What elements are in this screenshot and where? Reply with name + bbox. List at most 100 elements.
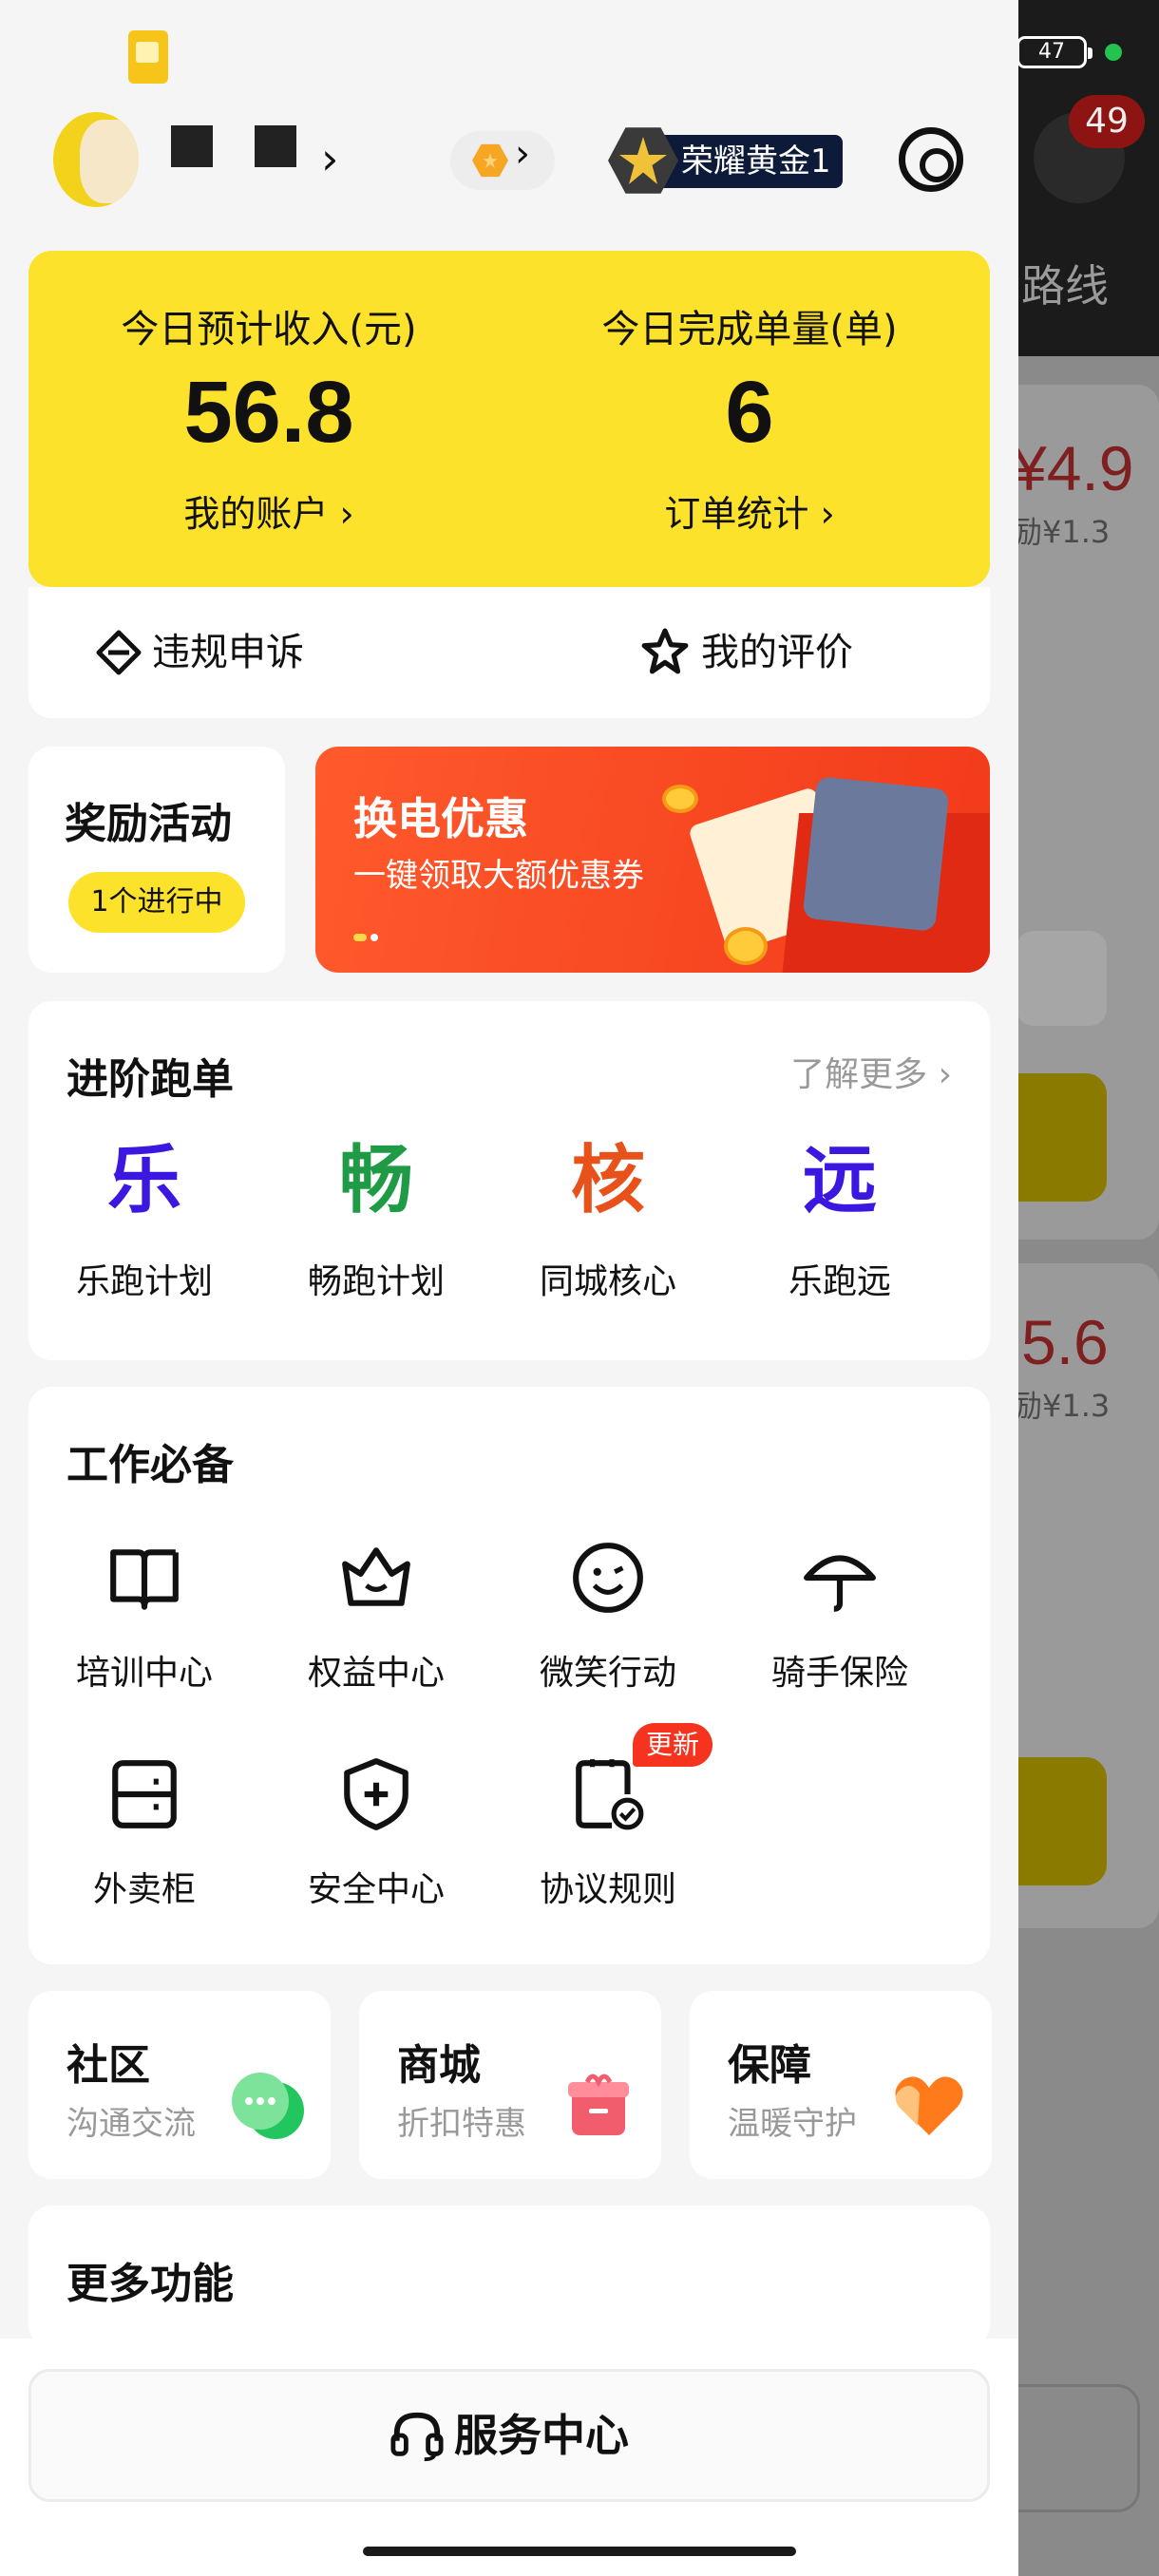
background-subsidy: 励¥1.3	[1012, 1388, 1111, 1424]
background-dropdown	[1016, 931, 1107, 1026]
service-center-label: 服务中心	[454, 2410, 629, 2461]
plan-item-lepao[interactable]: 乐 乐跑计划	[28, 1144, 260, 1303]
actions-row: 违规申诉 我的评价	[28, 587, 990, 718]
username-redacted	[171, 125, 213, 167]
more-features-card: 更多功能	[28, 2206, 990, 2348]
appeal-button[interactable]: 违规申诉	[96, 587, 304, 718]
chat-icon	[232, 2073, 304, 2139]
mall-card[interactable]: 商城 折扣特惠	[359, 1991, 661, 2179]
income-value: 56.8	[183, 364, 354, 461]
notification-badge: 49	[1069, 95, 1145, 148]
income-summary-card: 今日预计收入(元) 56.8 我的账户 › 今日完成单量(单) 6 订单统计 ›	[28, 251, 990, 587]
income-column: 今日预计收入(元) 56.8 我的账户 ›	[28, 251, 509, 587]
chevron-right-icon: ›	[515, 132, 530, 176]
locker-icon	[112, 1760, 177, 1828]
battery-illustration	[802, 776, 950, 932]
learn-more-link[interactable]: 了解更多 ›	[790, 1047, 952, 1096]
reward-card[interactable]: 奖励活动 1个进行中	[28, 747, 285, 973]
promo-title: 换电优惠	[353, 793, 528, 844]
heart-icon	[895, 2076, 963, 2135]
work-label: 培训中心	[75, 1654, 213, 1693]
section-title: 工作必备	[66, 1441, 234, 1489]
plan-item-far[interactable]: 远 乐跑远	[724, 1144, 956, 1303]
plan-label: 同城核心	[539, 1262, 676, 1301]
order-stats-link[interactable]: 订单统计 ›	[509, 484, 990, 537]
appeal-icon	[96, 630, 142, 675]
mini-card-subtitle: 折扣特惠	[397, 2105, 526, 2143]
orders-column: 今日完成单量(单) 6 订单统计 ›	[509, 251, 990, 587]
work-label: 外卖柜	[92, 1870, 196, 1909]
screen: 47 49 路线 ¥4.9 励¥1.3 5.6 励¥1.3 › › 荣耀黄金1 …	[0, 0, 1159, 2576]
reward-status-pill: 1个进行中	[68, 872, 245, 933]
umbrella-icon	[804, 1555, 876, 1612]
far-icon: 远	[802, 1138, 877, 1223]
income-label: 今日预计收入(元)	[121, 308, 417, 351]
update-badge: 更新	[633, 1723, 713, 1767]
battery-indicator: 47	[1016, 36, 1092, 68]
gift-icon	[568, 2074, 629, 2135]
plan-item-core[interactable]: 核 同城核心	[492, 1144, 724, 1303]
section-title: 更多功能	[66, 2260, 234, 2308]
protection-card[interactable]: 保障 温暖守护	[690, 1991, 992, 2179]
home-indicator[interactable]	[363, 2547, 796, 2556]
book-icon	[110, 1549, 179, 1610]
status-dot	[1105, 44, 1122, 61]
mini-card-title: 保障	[728, 2041, 811, 2090]
advanced-running-card: 进阶跑单 了解更多 › 乐 乐跑计划 畅 畅跑计划 核 同城核心 远 乐跑远	[28, 1001, 990, 1360]
background-route-tab: 路线	[1021, 260, 1109, 312]
plan-label: 乐跑计划	[75, 1262, 213, 1301]
orders-label: 今日完成单量(单)	[601, 308, 898, 351]
side-drawer: › › 荣耀黄金1 今日预计收入(元) 56.8 我的账户 › 今日完成单量(单…	[0, 0, 1018, 2576]
work-label: 微笑行动	[539, 1654, 676, 1693]
settings-gear-icon[interactable]	[899, 127, 963, 192]
mini-card-subtitle: 温暖守护	[728, 2105, 857, 2143]
agreement-icon	[576, 1759, 644, 1830]
crown-icon	[342, 1547, 410, 1606]
my-account-link[interactable]: 我的账户 ›	[28, 484, 509, 537]
background-price: 5.6	[1021, 1307, 1109, 1377]
avatar[interactable]	[53, 112, 139, 207]
plan-item-changpao[interactable]: 畅 畅跑计划	[260, 1144, 492, 1303]
mini-card-title: 社区	[66, 2041, 150, 2090]
background-subsidy: 励¥1.3	[1012, 514, 1111, 550]
delivery-locker[interactable]: 外卖柜	[28, 1755, 260, 1911]
promo-subtitle: 一键领取大额优惠券	[353, 857, 644, 895]
appeal-label: 违规申诉	[152, 631, 304, 674]
review-button[interactable]: 我的评价	[641, 587, 853, 718]
training-center[interactable]: 培训中心	[28, 1539, 260, 1695]
orders-value: 6	[725, 364, 774, 461]
work-label: 协议规则	[539, 1870, 676, 1909]
plan-label: 畅跑计划	[307, 1262, 445, 1301]
star-icon	[641, 628, 689, 674]
changpao-icon: 畅	[338, 1138, 413, 1223]
reward-title: 奖励活动	[65, 800, 232, 848]
work-label: 骑手保险	[770, 1654, 908, 1693]
work-label: 安全中心	[307, 1870, 445, 1909]
shield-icon	[344, 1758, 408, 1830]
rider-insurance[interactable]: 骑手保险	[724, 1539, 956, 1695]
mini-card-title: 商城	[397, 2041, 481, 2090]
background-price: ¥4.9	[1012, 433, 1134, 503]
coin-icon	[662, 785, 698, 813]
lepao-icon: 乐	[106, 1138, 181, 1223]
plan-label: 乐跑远	[788, 1262, 891, 1301]
carousel-indicator	[353, 927, 388, 941]
service-center-button[interactable]: 服务中心	[28, 2369, 990, 2502]
app-logo-icon	[128, 30, 168, 84]
headset-icon	[390, 2412, 444, 2461]
chevron-right-icon[interactable]: ›	[321, 137, 338, 180]
work-label: 权益中心	[307, 1654, 445, 1693]
username-redacted	[255, 125, 296, 167]
section-title: 进阶跑单	[66, 1055, 234, 1104]
smile-icon	[573, 1543, 643, 1613]
review-label: 我的评价	[701, 631, 853, 674]
benefits-center[interactable]: 权益中心	[260, 1539, 492, 1695]
safety-center[interactable]: 安全中心	[260, 1755, 492, 1911]
promo-banner[interactable]: 换电优惠 一键领取大额优惠券	[315, 747, 990, 973]
agreement-rules[interactable]: 更新 协议规则	[492, 1723, 724, 1911]
mini-card-subtitle: 沟通交流	[66, 2105, 196, 2143]
work-essentials-card: 工作必备 培训中心 权益中心 微笑行动 骑手保险 外卖柜 安全中心 更新 协议规…	[28, 1387, 990, 1964]
coin-icon	[724, 927, 768, 965]
smile-action[interactable]: 微笑行动	[492, 1539, 724, 1695]
community-card[interactable]: 社区 沟通交流	[28, 1991, 331, 2179]
